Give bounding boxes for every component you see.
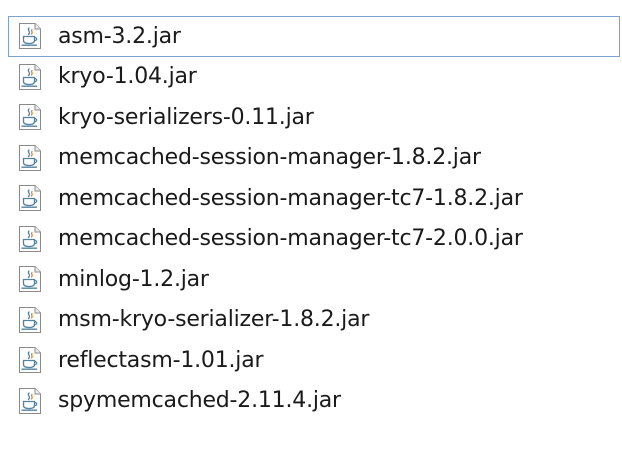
file-item-reflectasm[interactable]: reflectasm-1.01.jar: [8, 340, 620, 381]
file-list: asm-3.2.jar kryo-1.04.jar kryo-serialize…: [0, 0, 622, 454]
file-name: minlog-1.2.jar: [58, 266, 209, 292]
file-name: kryo-1.04.jar: [58, 64, 197, 90]
file-item-asm[interactable]: asm-3.2.jar: [8, 16, 620, 57]
java-jar-file-icon: [18, 185, 42, 212]
file-name: reflectasm-1.01.jar: [58, 347, 264, 373]
file-item-msm-1-8-2[interactable]: memcached-session-manager-1.8.2.jar: [8, 138, 620, 179]
java-jar-file-icon: [18, 306, 42, 333]
file-item-minlog[interactable]: minlog-1.2.jar: [8, 259, 620, 300]
file-item-msm-kryo-serializer[interactable]: msm-kryo-serializer-1.8.2.jar: [8, 300, 620, 341]
java-jar-file-icon: [18, 63, 42, 90]
file-item-kryo-serializers[interactable]: kryo-serializers-0.11.jar: [8, 97, 620, 138]
java-jar-file-icon: [18, 23, 42, 50]
file-name: memcached-session-manager-1.8.2.jar: [58, 145, 481, 171]
file-name: msm-kryo-serializer-1.8.2.jar: [58, 307, 370, 333]
file-item-msm-tc7-2-0-0[interactable]: memcached-session-manager-tc7-2.0.0.jar: [8, 219, 620, 260]
file-item-kryo[interactable]: kryo-1.04.jar: [8, 57, 620, 98]
file-name: memcached-session-manager-tc7-1.8.2.jar: [58, 185, 523, 211]
java-jar-file-icon: [18, 347, 42, 374]
file-name: memcached-session-manager-tc7-2.0.0.jar: [58, 226, 523, 252]
file-name: kryo-serializers-0.11.jar: [58, 104, 314, 130]
java-jar-file-icon: [18, 225, 42, 252]
java-jar-file-icon: [18, 266, 42, 293]
file-name: spymemcached-2.11.4.jar: [58, 388, 341, 414]
java-jar-file-icon: [18, 144, 42, 171]
file-name: asm-3.2.jar: [58, 23, 181, 49]
file-item-spymemcached[interactable]: spymemcached-2.11.4.jar: [8, 381, 620, 422]
java-jar-file-icon: [18, 387, 42, 414]
java-jar-file-icon: [18, 104, 42, 131]
file-item-msm-tc7-1-8-2[interactable]: memcached-session-manager-tc7-1.8.2.jar: [8, 178, 620, 219]
